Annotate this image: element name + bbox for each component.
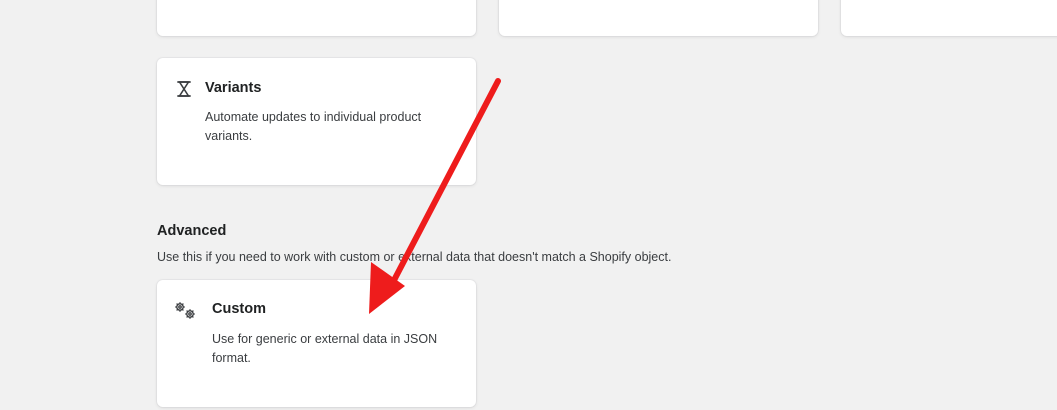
advanced-section-description: Use this if you need to work with custom…: [157, 250, 672, 264]
variants-card-title: Variants: [205, 80, 262, 96]
page: Variants Automate updates to individual …: [0, 0, 1057, 410]
object-card-partial[interactable]: [157, 0, 476, 36]
variants-card[interactable]: Variants Automate updates to individual …: [157, 58, 476, 185]
gears-icon: [173, 301, 199, 321]
variants-card-description: Automate updates to individual product v…: [205, 110, 422, 143]
object-card-partial[interactable]: [841, 0, 1057, 36]
hourglass-icon: [175, 80, 193, 98]
custom-card-title: Custom: [212, 301, 266, 317]
custom-card-description: Use for generic or external data in JSON…: [212, 332, 438, 365]
advanced-section-title: Advanced: [157, 223, 227, 239]
object-card-partial[interactable]: [499, 0, 818, 36]
custom-card[interactable]: Custom Use for generic or external data …: [157, 280, 476, 407]
